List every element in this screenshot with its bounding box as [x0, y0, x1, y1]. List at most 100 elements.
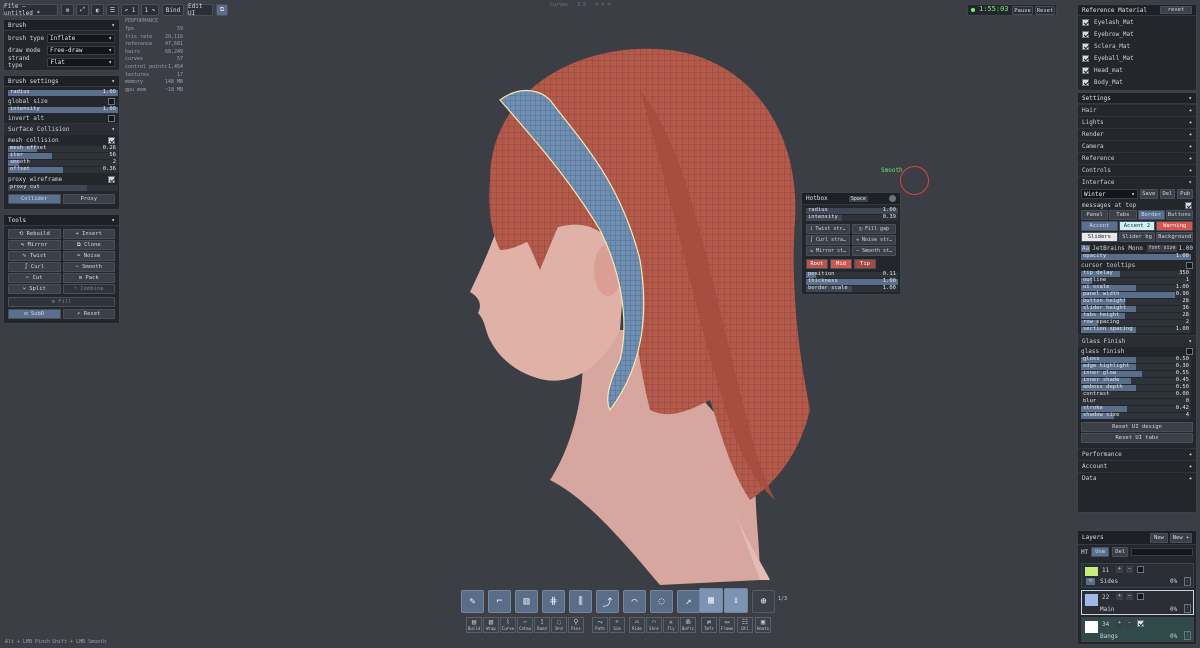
shadow-size-slider[interactable]: shadow size 4 — [1081, 412, 1191, 419]
heats-tool[interactable]: ▣ Heats — [755, 617, 771, 633]
settings-icon[interactable]: ⚙ — [61, 4, 74, 16]
edit-ui-button[interactable]: Edit UI — [187, 3, 213, 17]
fill-gap-button[interactable]: ◫ Fill gap — [852, 224, 896, 234]
collapse-icon[interactable]: ▾ — [111, 78, 115, 85]
curl-strand-button[interactable]: ∫ Curl stra… — [806, 235, 850, 245]
section-reference[interactable]: Reference ◂ — [1078, 152, 1196, 164]
curl-button[interactable]: ∫ Curl — [8, 262, 61, 272]
material-checkbox[interactable] — [1082, 54, 1089, 62]
reset-ui-tabs-button[interactable]: Reset UI tabs — [1081, 433, 1193, 443]
layer-item-selected[interactable]: 22 + – Main 0% ⋮ — [1081, 590, 1194, 615]
delete-layer-button[interactable]: Del — [1112, 547, 1129, 557]
sim-tool[interactable]: ⌔ Sim — [609, 617, 625, 633]
layer-visibility-checkbox[interactable] — [1137, 593, 1144, 600]
pack-button[interactable]: ⊡ Pack — [62, 273, 115, 283]
collapse-icon[interactable]: ▾ — [1188, 95, 1192, 102]
section-account[interactable]: Account ◂ — [1078, 460, 1196, 472]
arch-tool-icon[interactable]: ⌒ — [623, 590, 646, 613]
reset-timer-button[interactable]: Reset — [1035, 6, 1055, 15]
new-layer-button[interactable]: New — [1150, 532, 1168, 543]
material-checkbox[interactable] — [1082, 18, 1089, 26]
use-button[interactable]: Use — [1091, 547, 1110, 557]
layer-minus-icon[interactable]: – — [1126, 620, 1133, 627]
material-checkbox[interactable] — [1082, 42, 1089, 50]
layer-color-swatch[interactable] — [1085, 567, 1098, 576]
file-menu[interactable]: File — untitled * — [3, 3, 58, 17]
mirror-button[interactable]: ⇋ Mirror — [8, 240, 61, 250]
layer-menu-icon[interactable]: ⋮ — [1184, 604, 1191, 613]
path-tool[interactable]: ⤳ Path — [592, 617, 608, 633]
pins-tool[interactable]: ⚲ Pins — [568, 617, 584, 633]
tab-tabs[interactable]: Tabs — [1109, 210, 1137, 220]
border-scale-slider[interactable]: border scale 1.00 — [806, 285, 898, 292]
frame-tool[interactable]: ▭ Frame — [719, 617, 735, 633]
delete-theme-button[interactable]: Del — [1159, 189, 1176, 199]
menu-icon[interactable]: ☰ — [106, 4, 119, 16]
section-performance[interactable]: Performance ◂ — [1078, 448, 1196, 460]
section-spacing-slider[interactable]: section spacing 1.00 — [1081, 326, 1191, 333]
rebuild-button[interactable]: ⟲ Rebuild — [8, 229, 61, 239]
layer-menu-icon[interactable]: ⋮ — [1184, 631, 1191, 640]
twist-button[interactable]: ∿ Twist — [8, 251, 61, 261]
proxy-cut-slider[interactable]: proxy cut — [8, 184, 118, 191]
font-size-control[interactable]: font size 1.00 — [1147, 244, 1193, 252]
pause-button[interactable]: Pause — [1012, 6, 1033, 15]
accent-color-button[interactable]: Accent — [1081, 221, 1118, 231]
slider-bg-color-button[interactable]: Slider bg — [1118, 232, 1156, 242]
proxy-button[interactable]: Proxy — [62, 194, 115, 204]
buffer-tool[interactable]: ⋒ Bufrc — [680, 617, 696, 633]
layer-minus-icon[interactable]: – — [1126, 593, 1133, 600]
warning-color-button[interactable]: Warning — [1156, 221, 1193, 231]
font-select[interactable]: Aa JetBrains Mono — [1081, 244, 1143, 252]
insert-button[interactable]: + Insert — [62, 229, 115, 239]
root-tab[interactable]: Root — [806, 259, 828, 269]
subd-button[interactable]: ⊟ SubD — [8, 309, 61, 319]
clone-button[interactable]: ⧉ Clone — [62, 240, 115, 250]
section-data[interactable]: Data ◂ — [1078, 472, 1196, 484]
move-tool-icon[interactable]: ⇕ — [724, 588, 748, 613]
collider-button[interactable]: Collider — [8, 194, 61, 204]
toolbar-page[interactable]: 1/3 — [778, 596, 787, 602]
tab-border[interactable]: Border — [1137, 210, 1165, 220]
strand-type-select[interactable]: Flat ▾ — [47, 57, 115, 67]
viewport-model[interactable] — [430, 30, 810, 590]
lattice-tool-icon[interactable]: ▦ — [699, 588, 723, 613]
wrap-tool[interactable]: ▥ Wrap — [483, 617, 499, 633]
mirror-strand-button[interactable]: ⇋ Mirror st… — [806, 246, 850, 256]
section-render[interactable]: Render ◂ — [1078, 128, 1196, 140]
contrast-slider[interactable]: contrast 0.00 — [1081, 391, 1191, 398]
glass-finish-checkbox[interactable] — [1186, 348, 1193, 355]
shear-tool[interactable]: ⌒ Shre — [646, 617, 662, 633]
section-hair[interactable]: Hair ◂ — [1078, 104, 1196, 116]
mesh-collision-checkbox[interactable] — [108, 136, 115, 144]
mesh-offset-slider[interactable]: mesh offset 0.26 — [8, 145, 118, 152]
intensity-slider[interactable]: intensity 1.00 — [8, 106, 118, 113]
noise-button[interactable]: ≈ Noise — [62, 251, 115, 261]
layer-visibility-icon[interactable]: ⟲ — [1086, 578, 1095, 585]
loop-tool-icon[interactable]: ◌ — [650, 590, 673, 613]
section-interface[interactable]: Interface ▾ — [1078, 176, 1196, 188]
curve-tool[interactable]: ⌇ Curve — [500, 617, 516, 633]
proxy-wireframe-checkbox[interactable] — [108, 175, 115, 183]
smooth-button[interactable]: ∼ Smooth — [62, 262, 115, 272]
opacity-slider[interactable]: opacity 1.00 — [1081, 253, 1191, 260]
transfer-tool[interactable]: ⇄ Tmfr — [701, 617, 717, 633]
brush-type-select[interactable]: Inflate ▾ — [47, 33, 115, 43]
catmull-tool[interactable]: ∽ Catmu — [517, 617, 533, 633]
reset-ui-design-button[interactable]: Reset UI design — [1081, 422, 1193, 432]
reset-button[interactable]: ↶ Reset — [62, 309, 115, 319]
material-checkbox[interactable] — [1082, 78, 1089, 86]
contrast-icon[interactable]: ◐ — [91, 4, 104, 16]
layer-color-swatch[interactable] — [1085, 594, 1098, 606]
strands-tool-icon[interactable]: ⫼ — [569, 590, 592, 613]
random-tool[interactable]: ⟟ Rand — [534, 617, 550, 633]
detail-tool[interactable]: ☷ Dtl — [737, 617, 753, 633]
bind-button[interactable]: Bind — [162, 4, 184, 16]
split-button[interactable]: ⑂ Split — [8, 284, 61, 294]
build-tool[interactable]: ▤ Build — [466, 617, 482, 633]
ride-tool[interactable]: ⌓ Ride — [629, 617, 645, 633]
arrow-tool-icon[interactable]: ↗ — [677, 590, 700, 613]
tab-buttons[interactable]: Buttons — [1165, 210, 1193, 220]
layer-name-input[interactable] — [1131, 548, 1193, 556]
pen-tool-icon[interactable]: ✎ — [461, 590, 484, 613]
